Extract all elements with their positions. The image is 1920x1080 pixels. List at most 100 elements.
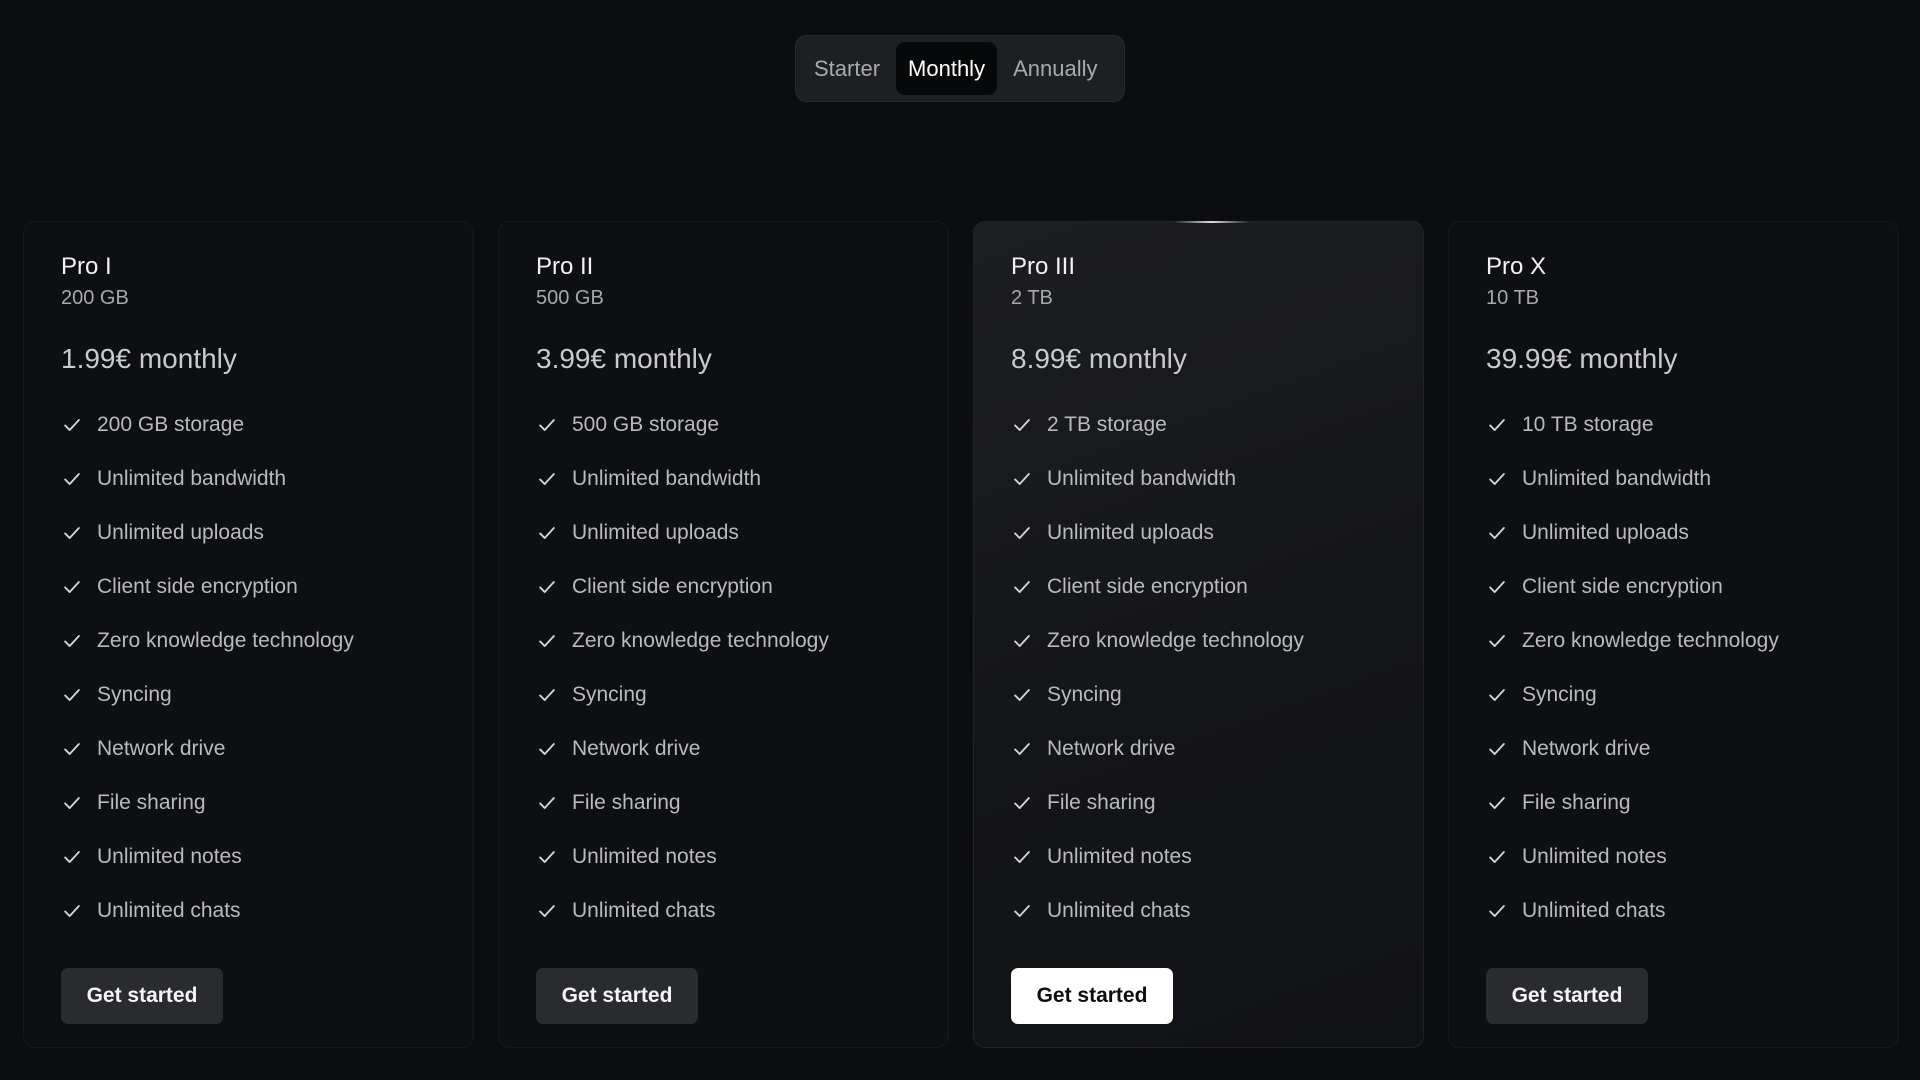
check-icon bbox=[1014, 527, 1030, 539]
feature-label: Unlimited bandwidth bbox=[1047, 467, 1237, 490]
check-icon bbox=[1489, 419, 1505, 431]
get-started-button[interactable]: Get started bbox=[61, 968, 223, 1024]
feature-label: File sharing bbox=[1047, 791, 1156, 814]
plan-storage: 10 TB bbox=[1486, 287, 1539, 309]
check-icon bbox=[539, 851, 555, 863]
feature-label: Client side encryption bbox=[572, 575, 773, 598]
check-icon bbox=[1489, 851, 1505, 863]
plan-name: Pro I bbox=[61, 253, 112, 280]
check-icon bbox=[1014, 743, 1030, 755]
feature-item: Network drive bbox=[1011, 722, 1387, 776]
check-icon bbox=[1014, 851, 1030, 863]
check-icon bbox=[1489, 905, 1505, 917]
feature-item: Unlimited notes bbox=[536, 830, 912, 884]
feature-item: File sharing bbox=[536, 776, 912, 830]
toggle-starter[interactable]: Starter bbox=[802, 42, 892, 95]
check-icon bbox=[1489, 797, 1505, 809]
feature-label: Unlimited notes bbox=[1047, 845, 1192, 868]
feature-label: Zero knowledge technology bbox=[1047, 629, 1304, 652]
feature-label: File sharing bbox=[97, 791, 206, 814]
feature-label: Unlimited bandwidth bbox=[572, 467, 762, 490]
feature-item: Unlimited notes bbox=[1486, 830, 1862, 884]
check-icon bbox=[1014, 689, 1030, 701]
feature-item: Unlimited chats bbox=[61, 884, 437, 938]
check-icon bbox=[1489, 689, 1505, 701]
feature-item: Unlimited bandwidth bbox=[536, 452, 912, 506]
feature-item: 500 GB storage bbox=[536, 398, 912, 452]
feature-item: Client side encryption bbox=[1486, 560, 1862, 614]
get-started-button[interactable]: Get started bbox=[1486, 968, 1648, 1024]
pricing-card-pro-ii: Pro II 500 GB 3.99€ monthly 500 GB stora… bbox=[498, 221, 949, 1048]
feature-label: Unlimited bandwidth bbox=[97, 467, 287, 490]
feature-item: 200 GB storage bbox=[61, 398, 437, 452]
feature-item: File sharing bbox=[61, 776, 437, 830]
feature-item: File sharing bbox=[1486, 776, 1862, 830]
check-icon bbox=[1014, 419, 1030, 431]
feature-item: File sharing bbox=[1011, 776, 1387, 830]
feature-label: Network drive bbox=[1047, 737, 1176, 760]
feature-label: 200 GB storage bbox=[97, 413, 245, 436]
feature-item: Unlimited notes bbox=[61, 830, 437, 884]
plan-name: Pro II bbox=[536, 253, 594, 280]
feature-label: Unlimited uploads bbox=[572, 521, 739, 544]
pricing-card-pro-x: Pro X 10 TB 39.99€ monthly 10 TB storage… bbox=[1448, 221, 1899, 1048]
feature-label: Unlimited bandwidth bbox=[1522, 467, 1712, 490]
check-icon bbox=[64, 419, 80, 431]
feature-label: Client side encryption bbox=[97, 575, 298, 598]
pricing-cards: Pro I 200 GB 1.99€ monthly 200 GB storag… bbox=[23, 221, 1899, 1048]
plan-price: 1.99€ monthly bbox=[61, 343, 237, 374]
feature-label: Unlimited uploads bbox=[97, 521, 264, 544]
feature-item: 2 TB storage bbox=[1011, 398, 1387, 452]
feature-item: Unlimited uploads bbox=[1011, 506, 1387, 560]
check-icon bbox=[539, 905, 555, 917]
feature-item: Zero knowledge technology bbox=[61, 614, 437, 668]
feature-label: Zero knowledge technology bbox=[572, 629, 829, 652]
feature-label: Network drive bbox=[97, 737, 226, 760]
check-icon bbox=[64, 635, 80, 647]
feature-list: 200 GB storage Unlimited bandwidth Unlim… bbox=[61, 398, 437, 938]
check-icon bbox=[64, 581, 80, 593]
feature-label: File sharing bbox=[1522, 791, 1631, 814]
check-icon bbox=[1489, 473, 1505, 485]
check-icon bbox=[539, 581, 555, 593]
get-started-button[interactable]: Get started bbox=[1011, 968, 1173, 1024]
feature-list: 2 TB storage Unlimited bandwidth Unlimit… bbox=[1011, 398, 1387, 938]
feature-item: Unlimited bandwidth bbox=[1486, 452, 1862, 506]
feature-item: Client side encryption bbox=[536, 560, 912, 614]
billing-period-toggle: Starter Monthly Annually bbox=[795, 35, 1125, 102]
feature-item: Unlimited bandwidth bbox=[1011, 452, 1387, 506]
feature-label: Unlimited chats bbox=[572, 899, 716, 922]
feature-label: Network drive bbox=[1522, 737, 1651, 760]
get-started-button[interactable]: Get started bbox=[536, 968, 698, 1024]
plan-storage: 2 TB bbox=[1011, 287, 1053, 309]
feature-list: 10 TB storage Unlimited bandwidth Unlimi… bbox=[1486, 398, 1862, 938]
feature-label: Client side encryption bbox=[1522, 575, 1723, 598]
feature-label: Unlimited notes bbox=[572, 845, 717, 868]
check-icon bbox=[539, 473, 555, 485]
check-icon bbox=[64, 905, 80, 917]
feature-label: Zero knowledge technology bbox=[1522, 629, 1779, 652]
feature-label: Syncing bbox=[572, 683, 647, 706]
feature-label: Unlimited chats bbox=[1047, 899, 1191, 922]
toggle-monthly[interactable]: Monthly bbox=[896, 42, 998, 95]
feature-label: Unlimited uploads bbox=[1522, 521, 1689, 544]
pricing-card-pro-iii: Pro III 2 TB 8.99€ monthly 2 TB storage … bbox=[973, 221, 1424, 1048]
pricing-page: Starter Monthly Annually Pro I 200 GB 1.… bbox=[0, 0, 1920, 1080]
check-icon bbox=[64, 743, 80, 755]
check-icon bbox=[64, 797, 80, 809]
feature-label: Unlimited chats bbox=[1522, 899, 1666, 922]
feature-item: Unlimited bandwidth bbox=[61, 452, 437, 506]
plan-price: 3.99€ monthly bbox=[536, 343, 712, 374]
feature-item: Unlimited uploads bbox=[536, 506, 912, 560]
feature-label: Syncing bbox=[1047, 683, 1122, 706]
feature-label: Unlimited notes bbox=[1522, 845, 1667, 868]
feature-item: Unlimited chats bbox=[1486, 884, 1862, 938]
feature-item: Unlimited chats bbox=[1011, 884, 1387, 938]
feature-item: Client side encryption bbox=[61, 560, 437, 614]
check-icon bbox=[1014, 473, 1030, 485]
check-icon bbox=[1489, 581, 1505, 593]
check-icon bbox=[1014, 581, 1030, 593]
check-icon bbox=[64, 689, 80, 701]
toggle-annually[interactable]: Annually bbox=[1001, 42, 1109, 95]
feature-label: Zero knowledge technology bbox=[97, 629, 354, 652]
